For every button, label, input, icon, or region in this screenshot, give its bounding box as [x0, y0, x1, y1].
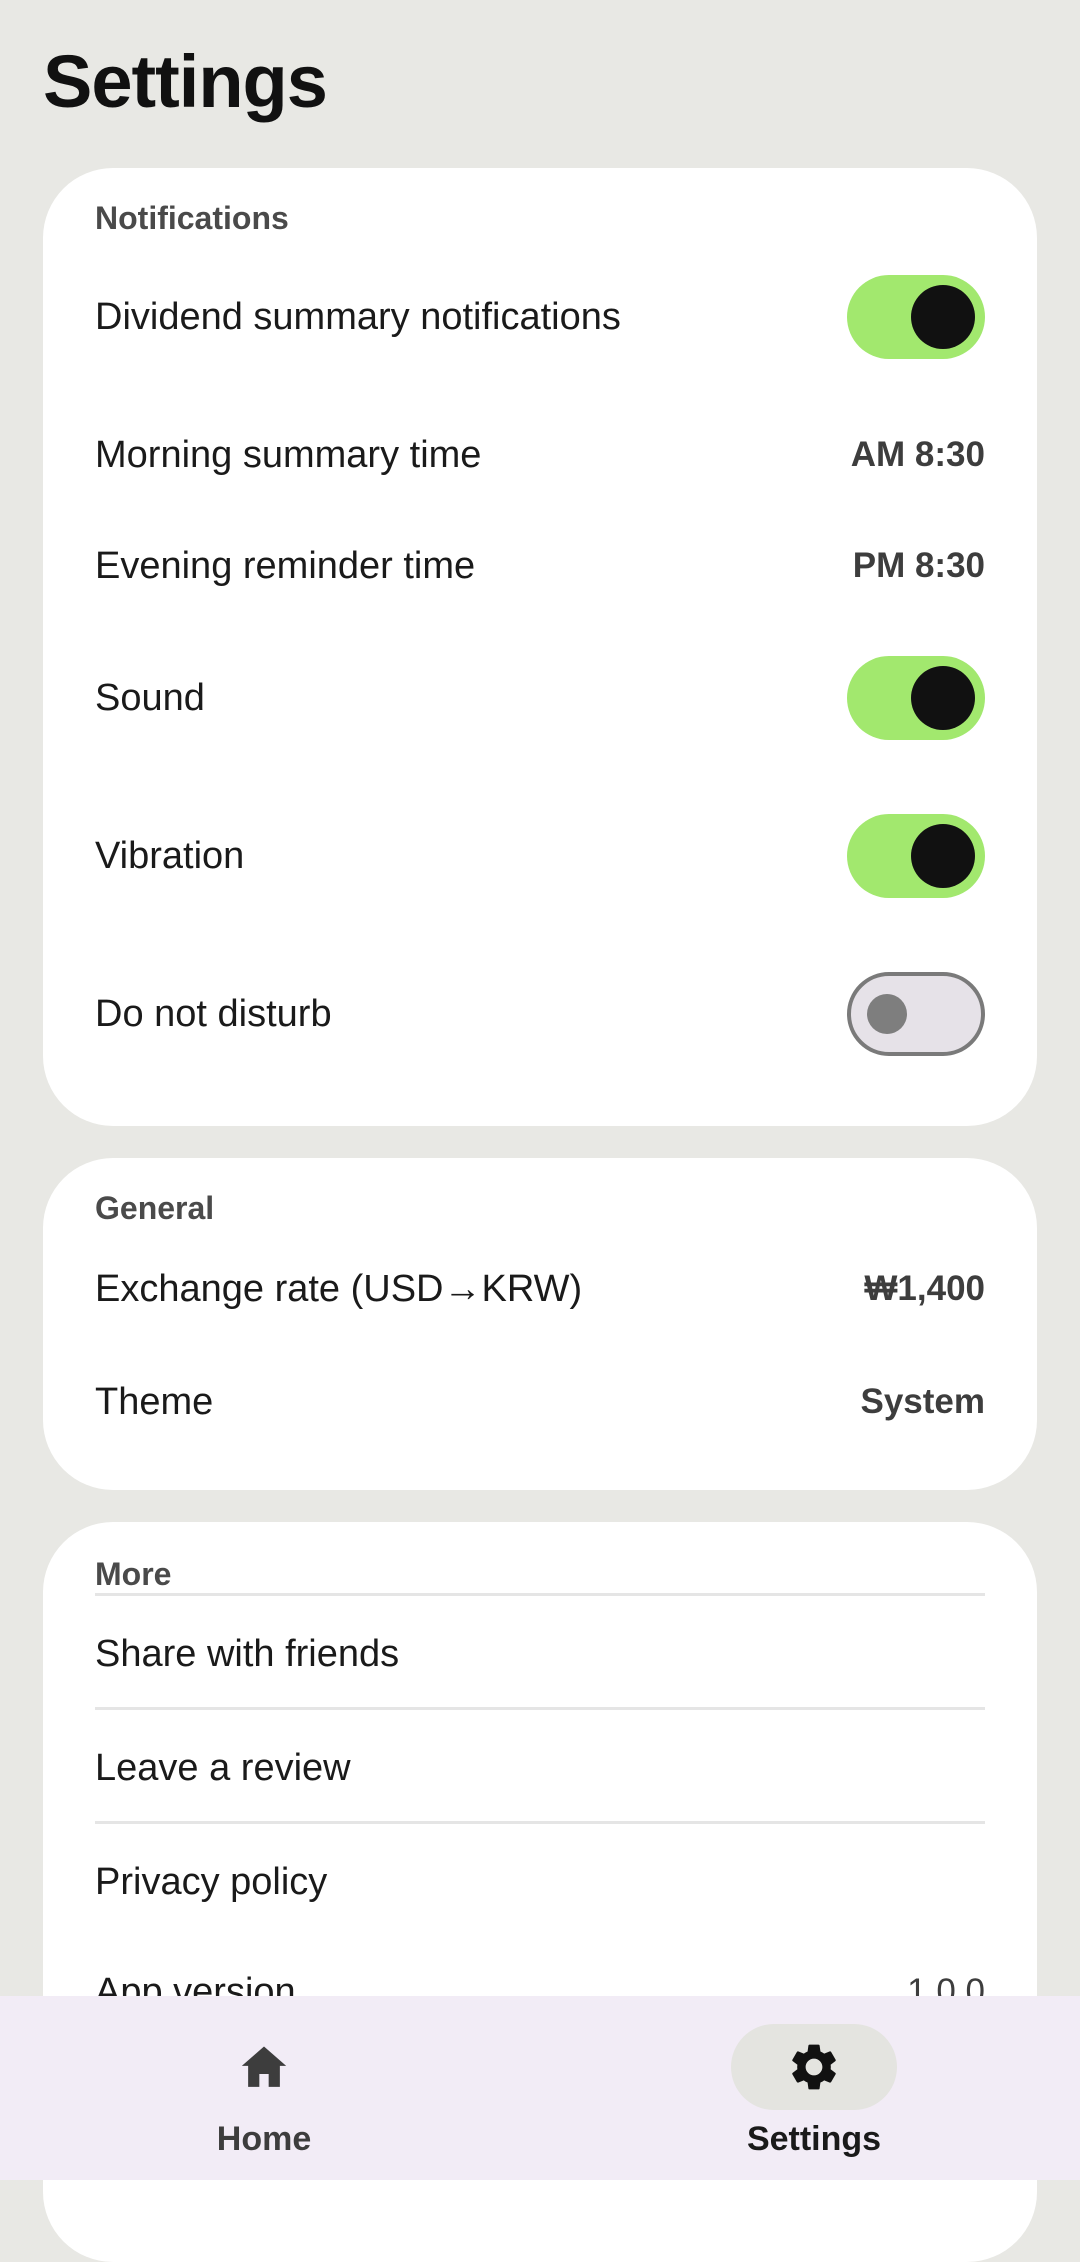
- page-title: Settings: [43, 40, 328, 123]
- nav-label-settings: Settings: [746, 2120, 882, 2158]
- theme-label: Theme: [95, 1380, 214, 1423]
- morning-summary-time-row[interactable]: Morning summary time AM 8:30: [95, 430, 985, 480]
- morning-summary-time-label: Morning summary time: [95, 433, 482, 476]
- leave-a-review-label: Leave a review: [95, 1746, 351, 1789]
- sound-toggle[interactable]: [847, 656, 985, 740]
- more-section-label: More: [95, 1556, 172, 1592]
- theme-row[interactable]: Theme System: [95, 1377, 985, 1427]
- privacy-policy-label: Privacy policy: [95, 1860, 328, 1903]
- nav-item-settings[interactable]: Settings: [674, 1996, 954, 2180]
- nav-label-home: Home: [216, 2120, 312, 2158]
- do-not-disturb-row[interactable]: Do not disturb: [95, 972, 985, 1056]
- theme-value[interactable]: System: [860, 1382, 985, 1422]
- toggle-knob: [867, 994, 907, 1034]
- vibration-row[interactable]: Vibration: [95, 814, 985, 898]
- share-with-friends-row[interactable]: Share with friends: [95, 1626, 985, 1682]
- dividend-summary-label: Dividend summary notifications: [95, 295, 621, 338]
- vibration-label: Vibration: [95, 834, 245, 877]
- morning-summary-time-value[interactable]: AM 8:30: [851, 435, 985, 475]
- bottom-navigation-bar: Home Settings: [0, 1996, 1080, 2180]
- toggle-knob: [911, 666, 975, 730]
- leave-a-review-row[interactable]: Leave a review: [95, 1740, 985, 1796]
- divider: [95, 1593, 985, 1596]
- sound-label: Sound: [95, 676, 205, 719]
- exchange-rate-value[interactable]: ₩1,400: [864, 1269, 985, 1309]
- notifications-card: Notifications Dividend summary notificat…: [43, 168, 1037, 1126]
- evening-reminder-time-label: Evening reminder time: [95, 544, 476, 587]
- notifications-section-label: Notifications: [95, 200, 289, 236]
- sound-row[interactable]: Sound: [95, 656, 985, 740]
- evening-reminder-time-row[interactable]: Evening reminder time PM 8:30: [95, 541, 985, 591]
- dividend-summary-row[interactable]: Dividend summary notifications: [95, 275, 985, 359]
- exchange-rate-label: Exchange rate (USD→KRW): [95, 1267, 583, 1310]
- do-not-disturb-toggle[interactable]: [847, 972, 985, 1056]
- general-card: General Exchange rate (USD→KRW) ₩1,400 T…: [43, 1158, 1037, 1490]
- toggle-knob: [911, 285, 975, 349]
- exchange-rate-row[interactable]: Exchange rate (USD→KRW) ₩1,400: [95, 1264, 985, 1314]
- general-section-label: General: [95, 1190, 215, 1226]
- toggle-knob: [911, 824, 975, 888]
- home-icon: [241, 2046, 287, 2087]
- divider: [95, 1821, 985, 1824]
- nav-item-home[interactable]: Home: [124, 1996, 404, 2180]
- do-not-disturb-label: Do not disturb: [95, 992, 332, 1035]
- vibration-toggle[interactable]: [847, 814, 985, 898]
- gear-icon: [792, 2044, 836, 2090]
- dividend-summary-toggle[interactable]: [847, 275, 985, 359]
- evening-reminder-time-value[interactable]: PM 8:30: [853, 546, 985, 586]
- share-with-friends-label: Share with friends: [95, 1632, 400, 1675]
- divider: [95, 1707, 985, 1710]
- privacy-policy-row[interactable]: Privacy policy: [95, 1854, 985, 1910]
